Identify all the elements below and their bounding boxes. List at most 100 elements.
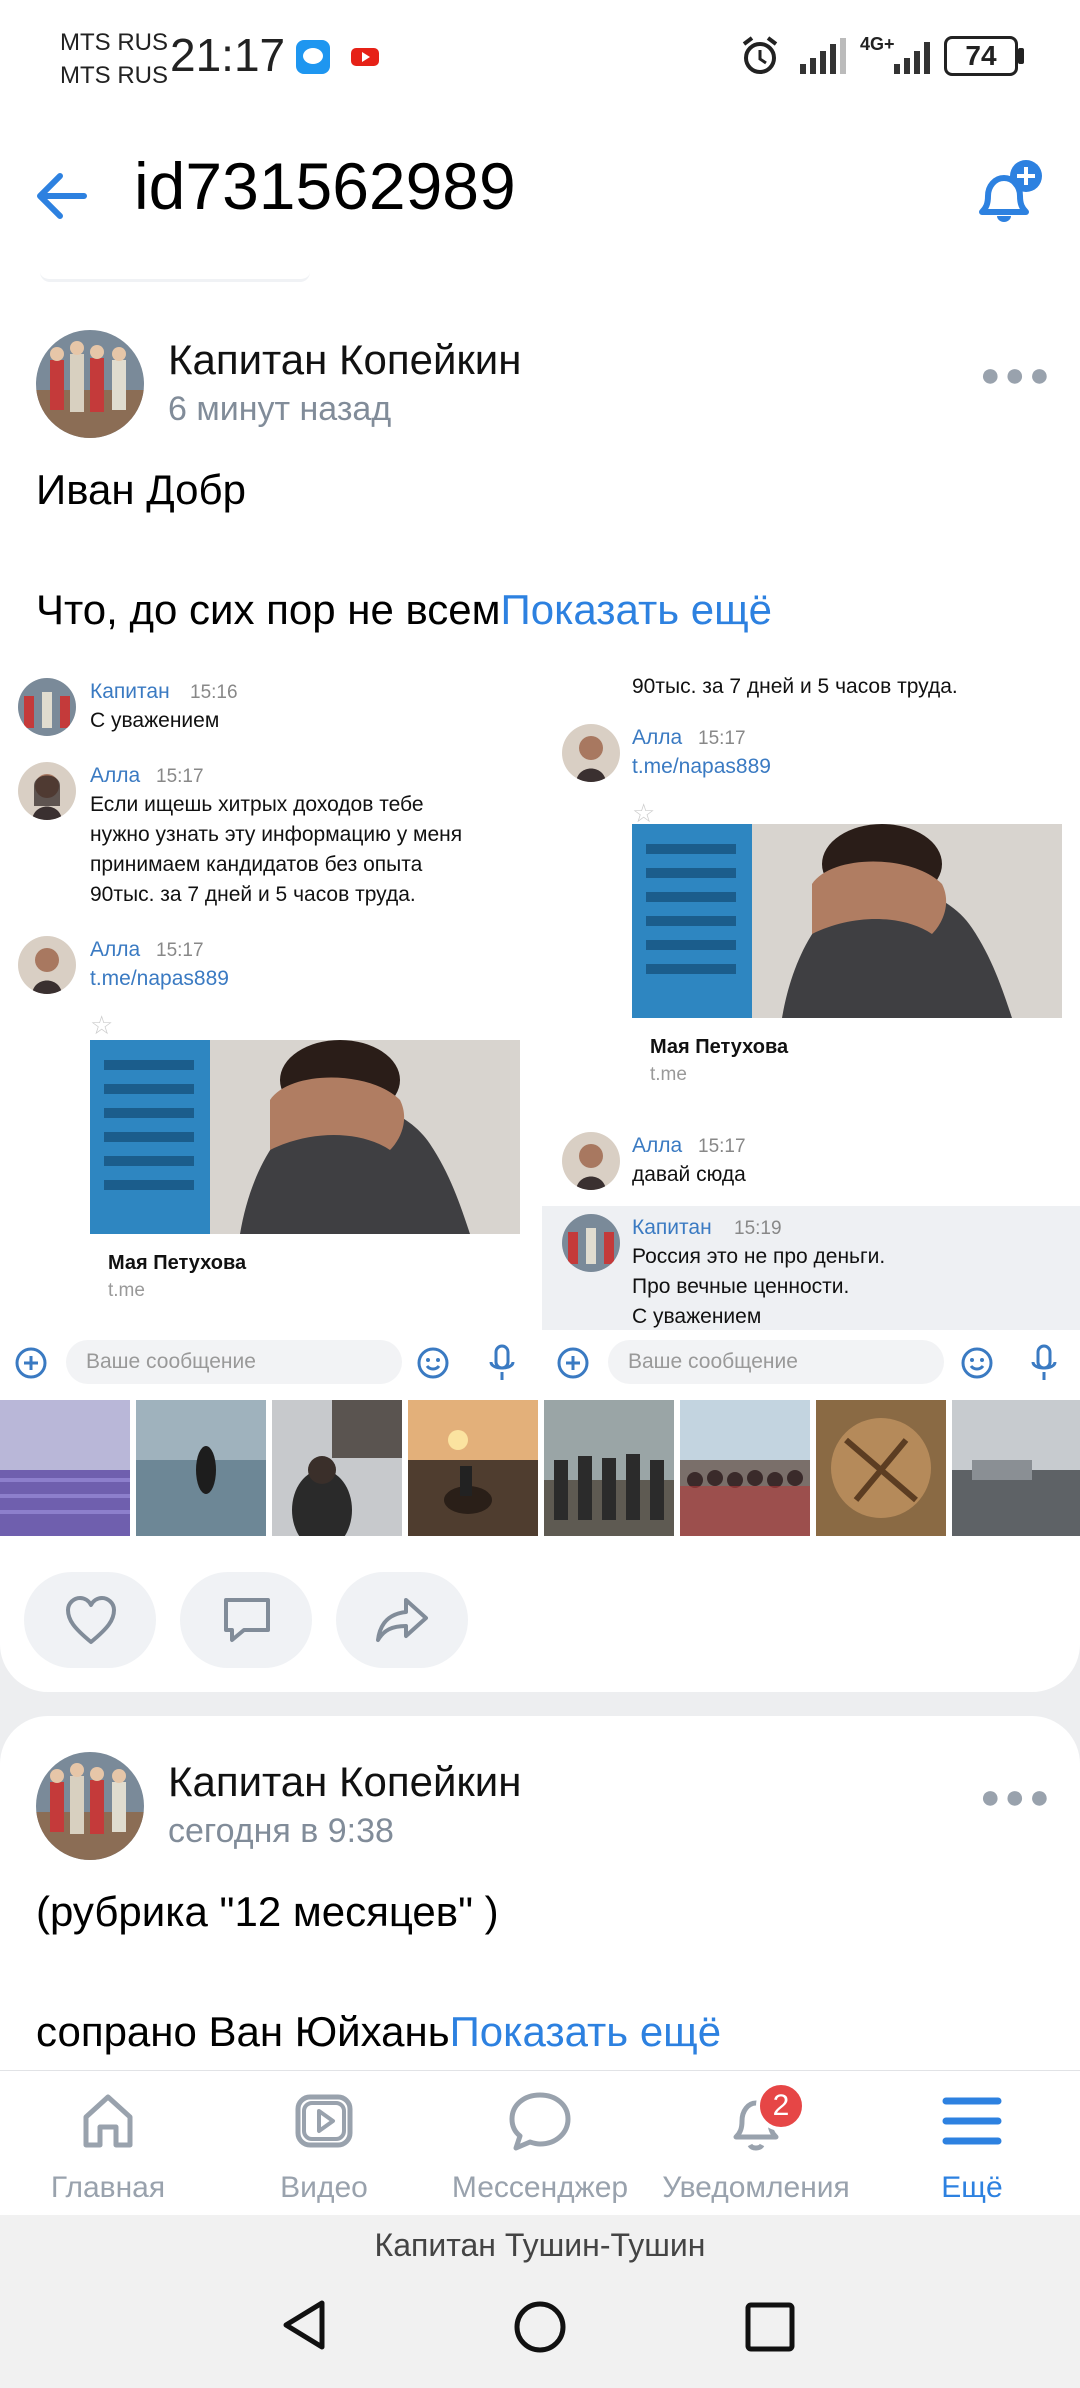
chat-msg-time: 15:17: [698, 1136, 746, 1157]
more-options-icon[interactable]: ●●●: [980, 356, 1054, 395]
status-bar: MTS RUS MTS RUS 21:17 4G+ 74: [0, 0, 1080, 130]
add-circle-icon: [14, 1346, 48, 1385]
post-text-line1: (рубрика "12 месяцев" ): [36, 1888, 499, 1935]
post-text-line2: Что, до сих пор не всемПоказать ещё: [36, 586, 772, 634]
chat-msg-text-2: нужно узнать эту информацию у меня: [90, 823, 463, 846]
post-card: Капитан Копейкин 6 минут назад ●●● Иван …: [0, 284, 1080, 1692]
post-text-preview: сопрано Ван Юйхань: [36, 2008, 450, 2055]
signal-icon: [798, 36, 848, 81]
chat-msg-name: Алла: [632, 726, 683, 749]
chat-avatar-kapitan: [18, 678, 76, 736]
chat-msg-time: 15:16: [190, 682, 238, 703]
chat-msg-text-1: Если ищешь хитрых доходов тебе: [90, 793, 424, 816]
emoji-icon: [416, 1346, 450, 1385]
chat-msg-link: t.me/napas889: [90, 967, 229, 990]
nav-more-label: Ещё: [941, 2171, 1003, 2204]
add-circle-icon: [556, 1346, 590, 1385]
nav-video-label: Видео: [280, 2171, 368, 2204]
mic-icon: [488, 1344, 516, 1387]
chat-msg-name: Алла: [632, 1134, 683, 1157]
gallery-photo[interactable]: [136, 1400, 266, 1536]
chat-msg-text: 90тыс. за 7 дней и 5 часов труда.: [632, 675, 958, 698]
chat-avatar-kapitan: [562, 1214, 620, 1272]
previous-card-edge: [40, 268, 310, 282]
nav-home[interactable]: Главная: [0, 2071, 216, 2216]
subscribe-bell-icon[interactable]: [964, 154, 1048, 243]
post-author[interactable]: Капитан Копейкин: [168, 336, 521, 384]
post-time: 6 минут назад: [168, 390, 392, 428]
gallery-photo[interactable]: [680, 1400, 810, 1536]
show-more-link[interactable]: Показать ещё: [450, 2008, 721, 2055]
chat-input-bar: Ваше сообщение: [0, 1336, 540, 1388]
app-bar: id731562989: [0, 130, 1080, 280]
chat-msg-name: Алла: [90, 764, 141, 787]
nav-messenger-label: Мессенджер: [451, 2171, 629, 2204]
show-more-link[interactable]: Показать ещё: [501, 586, 772, 633]
post-text-line2: сопрано Ван ЮйханьПоказать ещё: [36, 2008, 721, 2056]
post-text-preview: Что, до сих пор не всем: [36, 586, 501, 633]
gallery-photo[interactable]: [0, 1400, 130, 1536]
more-options-icon[interactable]: ●●●: [980, 1778, 1054, 1817]
chat-msg-name: Алла: [90, 938, 141, 961]
chat-msg-text-1: Россия это не про деньги.: [632, 1245, 886, 1268]
chat-msg-text-3: принимаем кандидатов без опыта: [90, 853, 423, 876]
comment-button[interactable]: [180, 1572, 312, 1668]
chat-msg-text-2: Про вечные ценности.: [632, 1275, 850, 1298]
chat-avatar-alla: [562, 724, 620, 782]
mic-icon: [1030, 1344, 1058, 1387]
chat-input-bar: Ваше сообщение: [542, 1336, 1080, 1388]
gallery-photo[interactable]: [952, 1400, 1080, 1536]
home-circle-icon[interactable]: [512, 2299, 568, 2360]
link-preview-image: [632, 824, 1062, 1018]
link-preview-image: [90, 1040, 520, 1234]
battery-tip: [1018, 48, 1024, 64]
carrier-2: MTS RUS: [60, 62, 168, 89]
nav-messenger[interactable]: Мессенджер: [432, 2071, 648, 2216]
chat-input-placeholder: Ваше сообщение: [66, 1340, 402, 1384]
gallery-photo[interactable]: [272, 1400, 402, 1536]
alarm-icon: [738, 34, 782, 83]
gallery-photo[interactable]: [408, 1400, 538, 1536]
back-triangle-icon[interactable]: [278, 2297, 330, 2358]
youtube-icon: [348, 40, 382, 74]
chat-avatar-alla: [562, 1132, 620, 1190]
nav-notifications[interactable]: 2 Уведомления: [648, 2071, 864, 2216]
messages-app-icon: [296, 40, 330, 74]
system-navigation-bar: Капитан Тушин-Тушин: [0, 2215, 1080, 2388]
signal-2-icon: [892, 36, 936, 81]
attached-screenshot-right[interactable]: 90тыс. за 7 дней и 5 часов труда. Алла 1…: [542, 668, 1080, 1388]
back-arrow-icon[interactable]: [30, 164, 94, 233]
post-card: Капитан Копейкин сегодня в 9:38 ●●● (руб…: [0, 1716, 1080, 2070]
gallery-photo[interactable]: [816, 1400, 946, 1536]
chat-avatar-alla: [18, 936, 76, 994]
battery-icon: 74: [944, 36, 1018, 76]
post-text-line1: Иван Добр: [36, 466, 246, 513]
recents-square-icon[interactable]: [744, 2301, 796, 2358]
chat-msg-time: 15:17: [156, 940, 204, 961]
chat-msg-time: 15:19: [734, 1218, 782, 1239]
gallery-photo[interactable]: [544, 1400, 674, 1536]
battery-level: 74: [965, 40, 997, 71]
notification-badge: 2: [756, 2081, 806, 2131]
post-author[interactable]: Капитан Копейкин: [168, 1758, 521, 1806]
link-card-sub: t.me: [650, 1064, 687, 1085]
attached-screenshot-left[interactable]: Капитан 15:16 С уважением Алла 15:17 Есл…: [0, 668, 540, 1388]
bottom-navigation: Главная Видео Мессенджер 2 Уведомления Е…: [0, 2070, 1080, 2215]
chat-msg-link: t.me/napas889: [632, 755, 771, 778]
nav-more[interactable]: Ещё: [864, 2071, 1080, 2216]
chat-msg-text-3: С уважением: [632, 1305, 762, 1328]
system-label: Капитан Тушин-Тушин: [374, 2227, 706, 2263]
chat-msg-text-4: 90тыс. за 7 дней и 5 часов труда.: [90, 883, 416, 906]
share-button[interactable]: [336, 1572, 468, 1668]
author-avatar[interactable]: [36, 330, 144, 438]
star-icon: ☆: [90, 1010, 114, 1040]
emoji-icon: [960, 1346, 994, 1385]
chat-input-placeholder: Ваше сообщение: [608, 1340, 944, 1384]
carrier-1: MTS RUS: [60, 29, 168, 56]
nav-video[interactable]: Видео: [216, 2071, 432, 2216]
chat-msg-text: давай сюда: [632, 1163, 746, 1186]
like-button[interactable]: [24, 1572, 156, 1668]
author-avatar[interactable]: [36, 1752, 144, 1860]
nav-home-label: Главная: [50, 2171, 166, 2204]
chat-msg-name: Капитан: [632, 1216, 712, 1239]
